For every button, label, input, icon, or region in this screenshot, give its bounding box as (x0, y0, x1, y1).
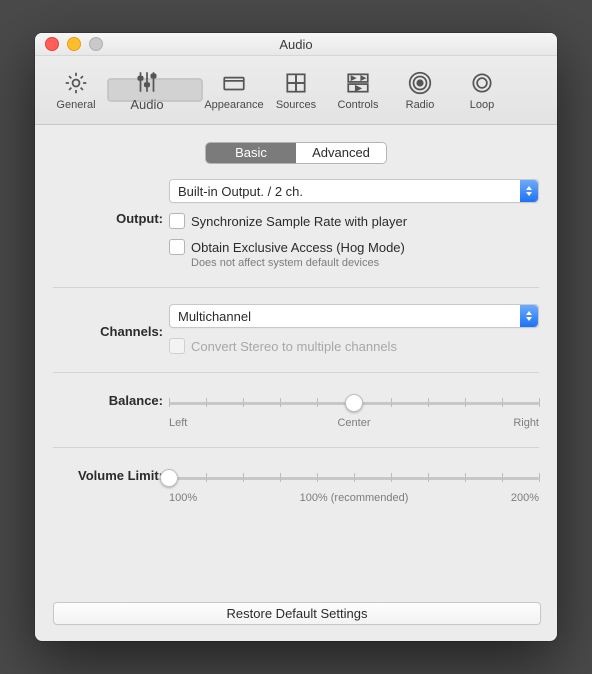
separator (53, 287, 539, 288)
appearance-icon (220, 69, 248, 97)
radio-icon (406, 69, 434, 97)
puzzle-icon (282, 69, 310, 97)
separator (53, 372, 539, 373)
window-title: Audio (35, 37, 557, 52)
balance-label: Balance: (53, 389, 163, 429)
checkbox-icon (169, 338, 185, 354)
tab-appearance[interactable]: Appearance (203, 61, 265, 119)
separator (53, 447, 539, 448)
convert-stereo-checkbox: Convert Stereo to multiple channels (169, 338, 539, 354)
volume-min-label: 100% (169, 492, 197, 504)
tab-controls[interactable]: Controls (327, 61, 389, 119)
tab-radio[interactable]: Radio (389, 61, 451, 119)
tab-label: Controls (338, 99, 379, 111)
output-stack: Built-in Output. / 2 ch. Synchronize Sam… (169, 179, 539, 269)
titlebar: Audio (35, 33, 557, 56)
volume-limit-slider-wrap: 100% 100% (recommended) 200% (169, 464, 539, 504)
gear-icon (62, 69, 90, 97)
checkbox-label: Obtain Exclusive Access (Hog Mode) (191, 240, 405, 255)
tab-label: Loop (470, 99, 494, 111)
balance-slider[interactable] (169, 393, 539, 413)
balance-labels: Left Center Right (169, 417, 539, 429)
channels-label: Channels: (53, 304, 163, 354)
tab-label: Radio (406, 99, 435, 111)
tab-audio[interactable]: Audio (107, 78, 203, 102)
segment-advanced[interactable]: Advanced (296, 143, 386, 163)
form: Output: Built-in Output. / 2 ch. Synchro… (53, 179, 539, 528)
sliders-icon (133, 69, 161, 95)
segment-basic[interactable]: Basic (206, 143, 296, 163)
volume-limit-label: Volume Limit: (53, 464, 163, 504)
tab-sources[interactable]: Sources (265, 61, 327, 119)
close-icon[interactable] (45, 37, 59, 51)
segmented-control: Basic Advanced (206, 143, 386, 163)
volume-limit-labels: 100% 100% (recommended) 200% (169, 492, 539, 504)
hog-mode-checkbox[interactable]: Obtain Exclusive Access (Hog Mode) (169, 239, 539, 255)
loop-icon (468, 69, 496, 97)
sync-sample-rate-checkbox[interactable]: Synchronize Sample Rate with player (169, 213, 539, 229)
chevrons-icon (520, 180, 538, 202)
volume-rec-label: 100% (recommended) (300, 492, 409, 504)
maximize-icon (89, 37, 103, 51)
checkbox-label: Convert Stereo to multiple channels (191, 339, 397, 354)
balance-slider-wrap: Left Center Right (169, 389, 539, 429)
channels-stack: Multichannel Convert Stereo to multiple … (169, 304, 539, 354)
tab-label: Appearance (204, 99, 263, 111)
slider-thumb[interactable] (345, 394, 363, 412)
minimize-icon[interactable] (67, 37, 81, 51)
output-label: Output: (53, 179, 163, 269)
checkbox-label: Synchronize Sample Rate with player (191, 214, 407, 229)
channels-mode-value: Multichannel (178, 309, 251, 324)
content-area: Basic Advanced Output: Built-in Output. … (35, 125, 557, 602)
checkbox-icon (169, 213, 185, 229)
slider-track (169, 477, 539, 480)
volume-max-label: 200% (511, 492, 539, 504)
traffic-lights (35, 37, 103, 51)
output-device-value: Built-in Output. / 2 ch. (178, 184, 303, 199)
restore-defaults-button[interactable]: Restore Default Settings (53, 602, 541, 625)
output-device-select[interactable]: Built-in Output. / 2 ch. (169, 179, 539, 203)
tab-general[interactable]: General (45, 61, 107, 119)
footer: Restore Default Settings (35, 602, 557, 641)
balance-center-label: Center (337, 417, 370, 429)
restore-label: Restore Default Settings (227, 606, 368, 621)
chevrons-icon (520, 305, 538, 327)
tab-label: General (56, 99, 95, 111)
preferences-window: Audio General Audio Appearance Sources (35, 33, 557, 641)
toolbar: General Audio Appearance Sources Control… (35, 56, 557, 125)
channels-mode-select[interactable]: Multichannel (169, 304, 539, 328)
hog-mode-hint: Does not affect system default devices (191, 257, 539, 269)
tab-label: Audio (130, 97, 163, 112)
playback-icon (344, 69, 372, 97)
tab-loop[interactable]: Loop (451, 61, 513, 119)
tab-label: Sources (276, 99, 316, 111)
checkbox-icon (169, 239, 185, 255)
segmented-control-wrap: Basic Advanced (53, 125, 539, 179)
balance-left-label: Left (169, 417, 187, 429)
volume-limit-slider[interactable] (169, 468, 539, 488)
balance-right-label: Right (513, 417, 539, 429)
slider-thumb[interactable] (160, 469, 178, 487)
